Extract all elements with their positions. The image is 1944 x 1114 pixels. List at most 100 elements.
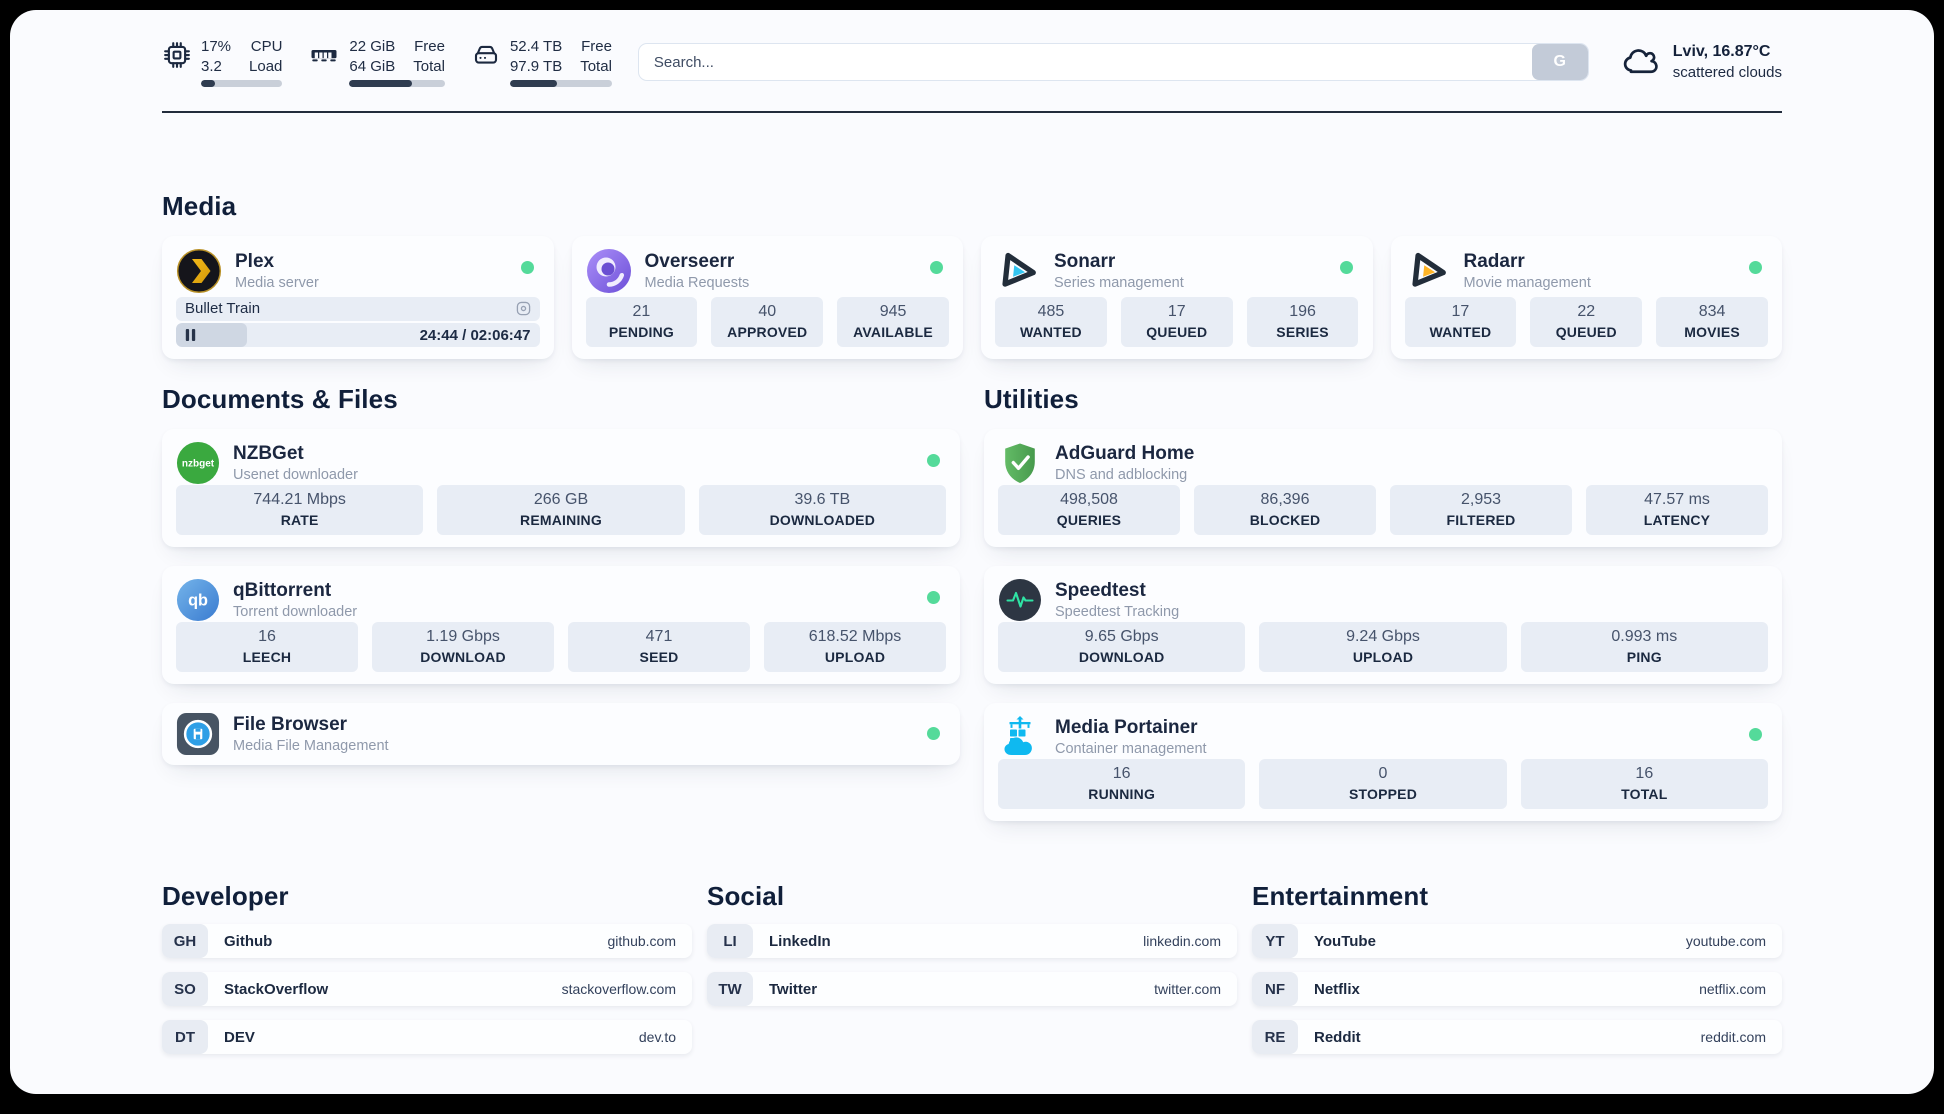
stat-pending: 21 PENDING — [585, 297, 698, 347]
cloud-icon — [1619, 41, 1661, 84]
filebrowser-icon — [176, 712, 220, 756]
service-name: Media Portainer — [1055, 717, 1198, 738]
online-status-dot — [930, 261, 943, 274]
memory-progress-bar — [349, 80, 445, 87]
stat-download: 9.65 Gbps DOWNLOAD — [998, 622, 1246, 672]
section-title-entertainment: Entertainment — [1252, 881, 1429, 911]
service-card-sonarr[interactable]: Sonarr Series management 485 WANTED 17 Q… — [981, 236, 1373, 359]
memory-labels: Free Total — [413, 38, 445, 75]
bookmark-url: netflix.com — [1699, 981, 1766, 997]
adguard-icon — [998, 441, 1042, 485]
pause-icon[interactable] — [185, 329, 196, 341]
bookmark-url: youtube.com — [1685, 933, 1766, 949]
stat-seed: 471 SEED — [568, 622, 750, 672]
search-input[interactable] — [638, 44, 1532, 80]
stat-queued: 22 QUEUED — [1530, 297, 1643, 347]
session-detail-button[interactable] — [516, 301, 531, 316]
stat-leech: 16 LEECH — [176, 622, 358, 672]
bookmark-reddit[interactable]: RE Reddit reddit.com — [1252, 1020, 1782, 1054]
bookmark-name: Reddit — [1314, 1028, 1361, 1046]
storage-values: 52.4 TB 97.9 TB — [509, 38, 563, 75]
section-title-documents: Documents & Files — [162, 384, 398, 414]
bookmark-dev[interactable]: DT DEV dev.to — [162, 1020, 692, 1054]
media-card-row: Plex Media server Bullet Train 24:44 / 0… — [162, 236, 1782, 359]
service-card-speedtest[interactable]: Speedtest Speedtest Tracking 9.65 Gbps D… — [984, 566, 1782, 684]
weather-widget: Lviv, 16.87°C scattered clouds — [1619, 41, 1782, 84]
service-card-qbittorrent[interactable]: qb qBittorrent Torrent downloader 16 LEE… — [162, 566, 960, 684]
bookmark-url: github.com — [607, 933, 676, 949]
storage-widget: 52.4 TB 97.9 TB Free Total — [471, 37, 612, 87]
search-bar: G — [637, 43, 1589, 81]
stat-total: 16 TOTAL — [1520, 759, 1768, 809]
bookmark-url: twitter.com — [1154, 981, 1221, 997]
bookmark-stackoverflow[interactable]: SO StackOverflow stackoverflow.com — [162, 972, 692, 1006]
bookmark-url: reddit.com — [1700, 1029, 1766, 1045]
bookmark-name: Netflix — [1314, 980, 1360, 998]
stat-movies: 834 MOVIES — [1656, 297, 1768, 347]
service-name: Sonarr — [1054, 251, 1116, 272]
bookmark-url: linkedin.com — [1143, 933, 1221, 949]
stat-rate: 744.21 Mbps RATE — [176, 485, 424, 535]
online-status-dot — [1749, 261, 1762, 274]
service-name: Overseerr — [644, 251, 735, 272]
service-card-adguard[interactable]: AdGuard Home DNS and adblocking 498,508 … — [984, 429, 1782, 547]
storage-progress-bar — [509, 80, 612, 87]
storage-labels: Free Total — [580, 38, 612, 75]
bookmark-github[interactable]: GH Github github.com — [162, 924, 692, 958]
service-card-filebrowser[interactable]: File Browser Media File Management — [162, 703, 960, 765]
stat-stopped: 0 STOPPED — [1259, 759, 1507, 809]
service-card-nzbget[interactable]: nzbget NZBGet Usenet downloader 744.21 M… — [162, 429, 960, 547]
service-subtitle: Speedtest Tracking — [1055, 604, 1180, 620]
memory-values: 22 GiB 64 GiB — [349, 38, 396, 75]
playback-time: 24:44 / 02:06:47 — [419, 326, 531, 344]
service-subtitle: Movie management — [1463, 275, 1591, 291]
stat-queued: 17 QUEUED — [1120, 297, 1233, 347]
service-name: AdGuard Home — [1055, 443, 1195, 464]
memory-widget: 22 GiB 64 GiB Free Total — [308, 37, 445, 87]
now-playing-title: Bullet Train — [185, 300, 261, 317]
bookmark-linkedin[interactable]: LI LinkedIn linkedin.com — [707, 924, 1237, 958]
service-card-radarr[interactable]: Radarr Movie management 17 WANTED 22 QUE… — [1390, 236, 1782, 359]
service-card-plex[interactable]: Plex Media server Bullet Train 24:44 / 0… — [162, 236, 554, 359]
stat-filtered: 2,953 FILTERED — [1390, 485, 1572, 535]
stat-wanted: 485 WANTED — [995, 297, 1107, 347]
playback-progress-bar[interactable]: 24:44 / 02:06:47 — [176, 323, 540, 347]
cpu-icon — [162, 37, 192, 87]
stat-downloaded: 39.6 TB DOWNLOADED — [698, 485, 946, 535]
service-subtitle: Usenet downloader — [233, 467, 358, 483]
service-name: File Browser — [233, 714, 348, 735]
service-card-portainer[interactable]: Media Portainer Container management 16 … — [984, 703, 1782, 821]
service-subtitle: Media server — [235, 275, 319, 291]
stat-download: 1.19 Gbps DOWNLOAD — [372, 622, 554, 672]
speedtest-icon — [998, 578, 1042, 622]
service-card-overseerr[interactable]: Overseerr Media Requests 21 PENDING 40 A… — [571, 236, 963, 359]
top-bar: 17% 3.2 CPU Load 22 GiB 64 GiB Free Tota… — [162, 37, 1782, 87]
section-title-media: Media — [162, 191, 237, 221]
bookmark-netflix[interactable]: NF Netflix netflix.com — [1252, 972, 1782, 1006]
weather-condition: scattered clouds — [1672, 63, 1782, 81]
search-engine-button[interactable]: G — [1531, 44, 1588, 80]
service-name: NZBGet — [233, 443, 304, 464]
qbittorrent-icon: qb — [176, 578, 220, 622]
header-divider — [162, 111, 1782, 113]
utilities-column: Utilities AdGuard Home DNS and adblockin… — [984, 359, 1782, 821]
bookmark-abbr: RE — [1252, 1020, 1298, 1054]
online-status-dot — [1749, 728, 1762, 741]
section-title-developer: Developer — [162, 881, 289, 911]
bookmark-youtube[interactable]: YT YouTube youtube.com — [1252, 924, 1782, 958]
bookmark-name: StackOverflow — [224, 980, 329, 998]
bookmark-twitter[interactable]: TW Twitter twitter.com — [707, 972, 1237, 1006]
bookmark-abbr: DT — [162, 1020, 208, 1054]
portainer-icon — [998, 715, 1042, 759]
service-subtitle: Torrent downloader — [233, 604, 358, 620]
dashboard-page: 17% 3.2 CPU Load 22 GiB 64 GiB Free Tota… — [10, 10, 1934, 1094]
cpu-widget: 17% 3.2 CPU Load — [162, 37, 283, 87]
service-name: Speedtest — [1055, 580, 1146, 601]
bookmark-group-developer: Developer GH Github github.com SO StackO… — [162, 881, 692, 1068]
service-name: qBittorrent — [233, 580, 332, 601]
svg-text:qb: qb — [188, 592, 208, 610]
service-subtitle: Series management — [1054, 275, 1184, 291]
bookmark-name: YouTube — [1314, 932, 1376, 950]
now-playing-row: Bullet Train — [176, 296, 540, 321]
bookmark-abbr: LI — [707, 924, 753, 958]
